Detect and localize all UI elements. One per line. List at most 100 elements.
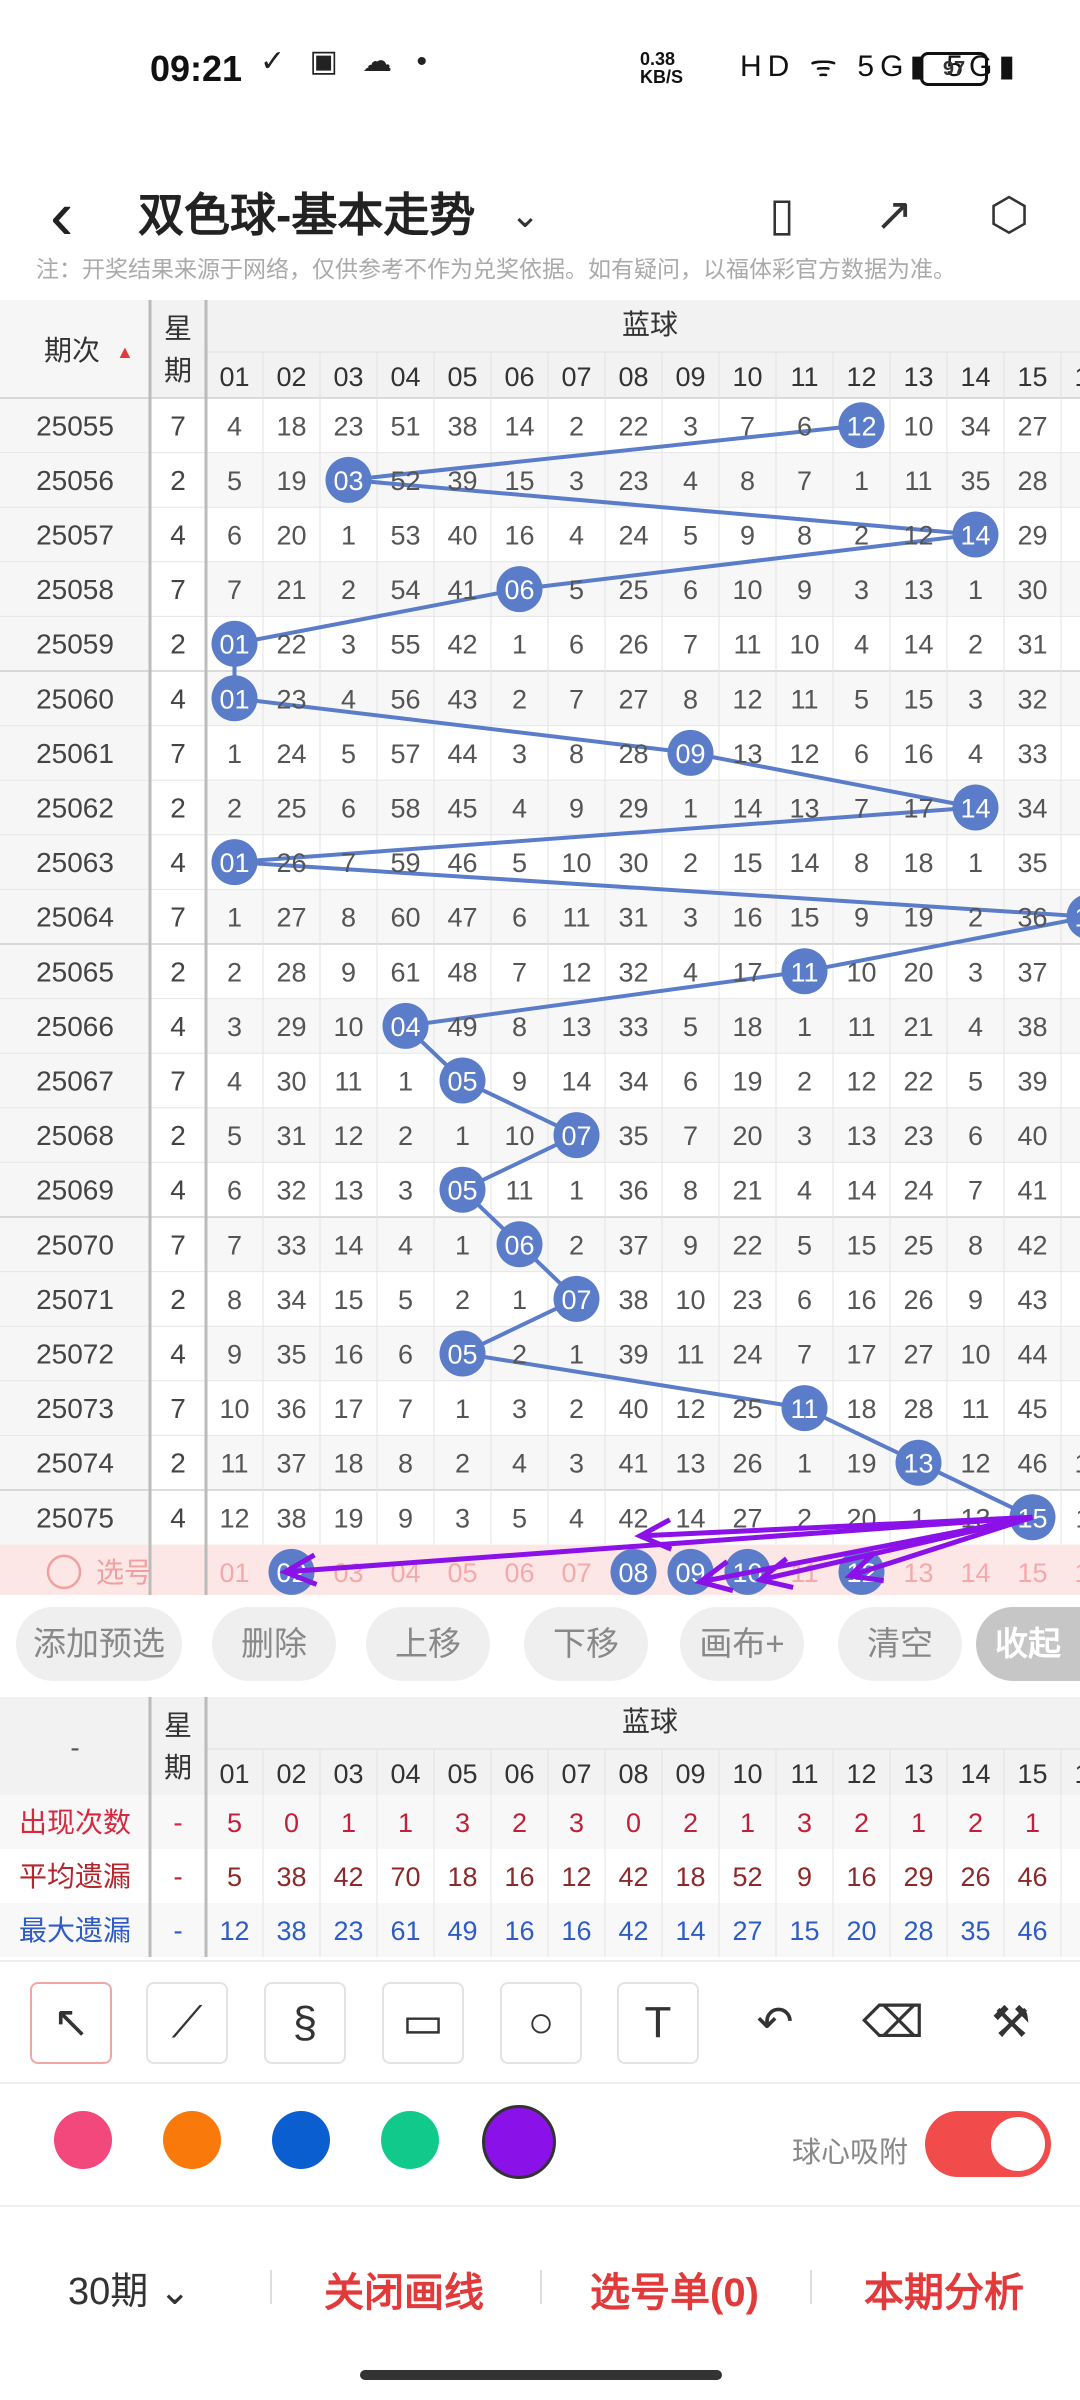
number-header: 09 [675,362,705,392]
week-column-header: 星 [164,313,192,344]
rectangle-tool-icon[interactable]: ▭ [382,1982,464,2064]
collapse-button[interactable]: 收起 [976,1607,1080,1681]
color-orange[interactable] [163,2111,221,2169]
miss-count-cell: 24 [618,521,648,551]
miss-count-cell: 21 [276,575,306,605]
miss-count-cell: 23 [732,1285,762,1315]
miss-count-cell: 6 [968,1121,983,1151]
miss-count-cell: 18 [276,411,306,441]
miss-count-cell: 24 [276,739,306,769]
miss-count-cell: 8 [569,739,584,769]
miss-count-cell: 3 [797,1121,812,1151]
miss-count-cell: 10 [333,1012,363,1042]
miss-count-cell: 24 [732,1340,762,1370]
share-icon[interactable]: ↗ [858,178,930,250]
miss-count-cell: 14 [675,1503,705,1533]
arrow-tool-icon[interactable]: ↖ [30,1982,112,2064]
stats-cell: 5 [227,1862,242,1892]
pick-list-button[interactable]: 选号单(0) [590,2260,759,2318]
miss-count-cell: 61 [390,957,420,987]
miss-count-cell: 1 [569,1340,584,1370]
miss-count-cell: 11 [847,1012,875,1042]
settings-icon[interactable]: ⬡ [973,178,1045,250]
home-indicator[interactable] [360,2370,722,2380]
miss-count-cell: 49 [447,1012,477,1042]
miss-count-cell: 7 [683,1121,698,1151]
canvas-plus-button[interactable]: 画布+ [680,1607,804,1681]
miss-count-cell: 13 [333,1176,363,1206]
number-header: 04 [390,362,420,392]
miss-count-cell: 2 [512,1340,527,1370]
period-selector[interactable]: 30期 ⌄ [68,2260,191,2315]
add-preselect-button[interactable]: 添加预选 [16,1607,182,1681]
clear-button[interactable]: 清空 [838,1607,962,1681]
color-blue[interactable] [272,2111,330,2169]
period-cell: 25062 [36,793,114,824]
week-cell: 2 [170,956,186,987]
miss-count-cell: 6 [398,1340,413,1370]
color-picker: 球心吸附 [0,2085,1080,2207]
period-cell: 25056 [36,465,114,496]
stats-cell: 1 [911,1808,926,1838]
line-tool-icon[interactable]: ⟋ [146,1982,228,2064]
miss-count-cell: 6 [227,521,242,551]
miss-count-cell: 4 [683,957,698,987]
color-green[interactable] [381,2111,439,2169]
select-number: 15 [1017,1558,1047,1588]
miss-count-cell: 43 [1017,1285,1047,1315]
eraser-icon[interactable]: ⌫ [852,1982,934,2064]
blue-ball-number: 06 [504,575,534,605]
number-header: 11 [790,362,818,392]
blue-ball-number: 14 [960,794,990,824]
miss-count-cell: 29 [276,1012,306,1042]
delete-button[interactable]: 删除 [212,1607,336,1681]
miss-count-cell: 19 [732,1067,762,1097]
miss-count-cell: 43 [447,684,477,714]
miss-count-cell: 26 [276,848,306,878]
miss-count-cell: 6 [797,1285,812,1315]
miss-count-cell: 13 [675,1449,705,1479]
number-header: 06 [504,362,534,392]
select-number: 16 [1074,1558,1080,1588]
blue-ball-number: 09 [675,739,705,769]
number-header: 02 [276,1759,306,1789]
number-header: 05 [447,362,477,392]
circle-tool-icon[interactable]: ○ [500,1982,582,2064]
miss-count-cell: 12 [219,1503,249,1533]
trend-grid: 期次▲星期蓝球010203040506070809101112131415162… [0,300,1080,1595]
color-pink[interactable] [54,2111,112,2169]
clear-brush-icon[interactable]: ⚒ [970,1982,1052,2064]
miss-count-cell: 18 [903,848,933,878]
miss-count-cell: 27 [1017,411,1047,441]
color-purple[interactable] [482,2105,556,2179]
snap-toggle[interactable] [925,2111,1051,2177]
phone-rotate-icon[interactable]: ▯ [746,178,818,250]
miss-count-cell: 23 [903,1121,933,1151]
trend-table[interactable]: 期次▲星期蓝球010203040506070809101112131415162… [0,300,1080,1595]
text-tool-icon[interactable]: T [617,1982,699,2064]
miss-count-cell: 54 [390,575,420,605]
status-time: 09:21 [150,48,243,89]
network-speed: 0.38 KB/S [640,49,684,87]
select-number: 06 [504,1558,534,1588]
miss-count-cell: 4 [512,794,527,824]
number-header: 14 [960,362,990,392]
close-line-button[interactable]: 关闭画线 [324,2260,484,2318]
miss-count-cell: 6 [569,630,584,660]
blue-ball-number: 05 [447,1340,477,1370]
curve-tool-icon[interactable]: § [264,1982,346,2064]
period-cell: 25064 [36,902,114,933]
miss-count-cell: 1 [341,521,356,551]
move-down-button[interactable]: 下移 [524,1607,648,1681]
move-up-button[interactable]: 上移 [366,1607,490,1681]
undo-icon[interactable]: ↶ [734,1982,816,2064]
stats-table: -星期蓝球01020304050607080910111213141516出现次… [0,1697,1080,1957]
stats-cell: 2 [968,1808,983,1838]
miss-count-cell: 2 [398,1121,413,1151]
miss-count-cell: 25 [732,1394,762,1424]
miss-count-cell: 15 [789,903,819,933]
divider [540,2270,542,2304]
miss-count-cell: 18 [732,1012,762,1042]
analysis-button[interactable]: 本期分析 [864,2260,1024,2318]
select-number: 13 [903,1558,933,1588]
